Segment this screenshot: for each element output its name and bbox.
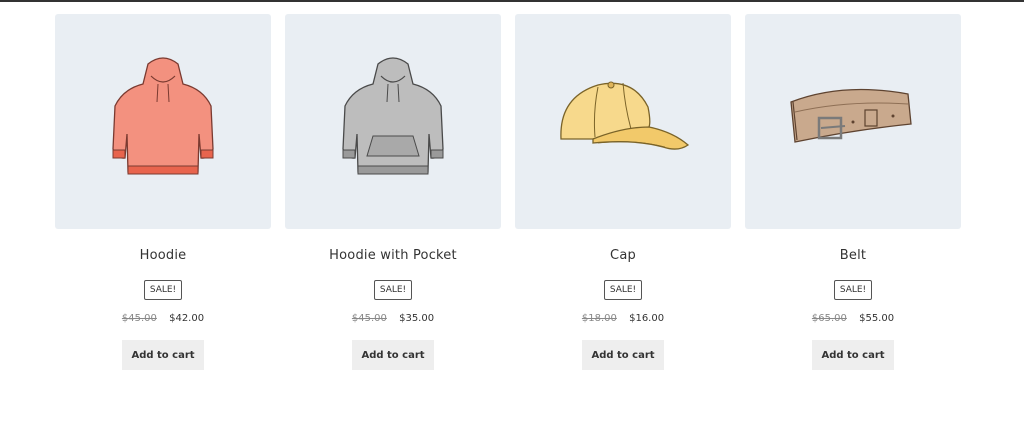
add-to-cart-button[interactable]: Add to cart [582,340,664,370]
product-title[interactable]: Hoodie [140,248,187,264]
product-title[interactable]: Hoodie with Pocket [329,248,457,264]
product-title[interactable]: Cap [610,248,636,264]
product-title[interactable]: Belt [840,248,866,264]
product-price: $45.00 $42.00 [122,312,204,326]
sale-badge: SALE! [603,280,643,300]
product-card-hoodie: Hoodie SALE! $45.00 $42.00 Add to cart [55,14,271,370]
product-price: $65.00 $55.00 [812,312,894,326]
sale-price: $42.00 [169,313,205,324]
hoodie-icon [112,57,214,175]
product-card-hoodie-with-pocket: Hoodie with Pocket SALE! $45.00 $35.00 A… [285,14,501,370]
regular-price: $45.00 [121,313,157,324]
product-card-cap: Cap SALE! $18.00 $16.00 Add to cart [515,14,731,370]
top-border [0,0,1024,2]
product-image-hoodie[interactable] [55,14,271,229]
sale-badge: SALE! [833,280,873,300]
product-image-cap[interactable] [515,14,731,229]
cap-icon [560,81,690,150]
sale-badge: SALE! [143,280,183,300]
sale-price: $16.00 [629,313,665,324]
add-to-cart-button[interactable]: Add to cart [812,340,894,370]
regular-price: $18.00 [581,313,617,324]
sale-price: $35.00 [399,313,435,324]
product-card-belt: Belt SALE! $65.00 $55.00 Add to cart [745,14,961,370]
belt-icon [790,88,912,143]
product-grid: Hoodie SALE! $45.00 $42.00 Add to cart H… [55,14,965,370]
sale-price: $55.00 [859,313,895,324]
product-image-hoodie-with-pocket[interactable] [285,14,501,229]
product-image-belt[interactable] [745,14,961,229]
add-to-cart-button[interactable]: Add to cart [122,340,204,370]
hoodie-with-pocket-icon [342,57,444,175]
product-price: $18.00 $16.00 [582,312,664,326]
add-to-cart-button[interactable]: Add to cart [352,340,434,370]
regular-price: $45.00 [351,313,387,324]
regular-price: $65.00 [811,313,847,324]
product-price: $45.00 $35.00 [352,312,434,326]
sale-badge: SALE! [373,280,413,300]
